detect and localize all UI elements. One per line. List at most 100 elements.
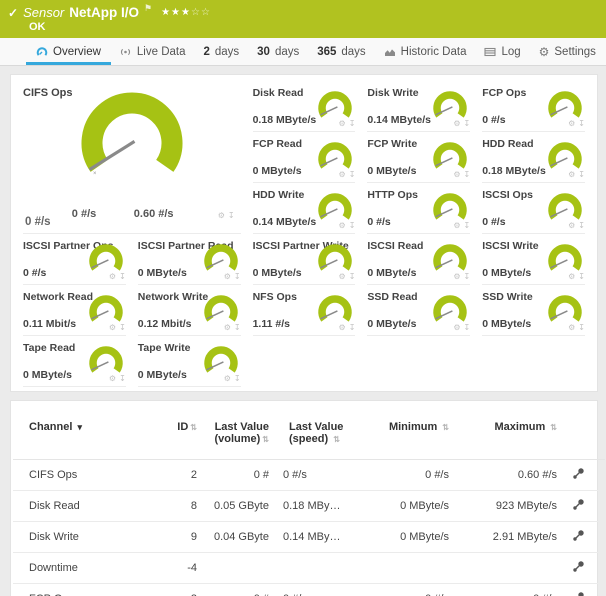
cell-channel[interactable]: Disk Read [13, 491, 163, 522]
table-row[interactable]: CIFS Ops 2 0 # 0 #/s 0 #/s 0.60 #/s [13, 460, 605, 491]
gauge-pin-icon[interactable]: ↧ [463, 272, 470, 281]
cell-channel[interactable]: Disk Write [13, 522, 163, 553]
gauge-pin-icon[interactable]: ↧ [349, 323, 356, 332]
sort-desc-icon[interactable]: ▾ [77, 422, 82, 432]
gauge-pin-icon[interactable]: ↧ [578, 272, 585, 281]
sensor-type-label: Sensor [23, 5, 64, 20]
gauge-settings-icon[interactable]: ⚙ [339, 221, 346, 230]
channel-settings-icon[interactable] [572, 467, 585, 483]
gauge-settings-icon[interactable]: ⚙ [453, 119, 460, 128]
gauge-settings-icon[interactable]: ⚙ [224, 323, 231, 332]
gauge-settings-icon[interactable]: ⚙ [218, 211, 225, 220]
sort-icon[interactable]: ⇅ [550, 423, 557, 432]
channel-settings-icon[interactable] [572, 529, 585, 545]
cell-last-value-speed: 0.14 MBy… [273, 522, 353, 553]
gauge-settings-icon[interactable]: ⚙ [453, 221, 460, 230]
gauge-pin-icon[interactable]: ↧ [119, 374, 126, 383]
gauge-settings-icon[interactable]: ⚙ [453, 323, 460, 332]
table-row[interactable]: Disk Read 8 0.05 GByte 0.18 MBy… 0 MByte… [13, 491, 605, 522]
sort-icon[interactable]: ⇅ [442, 423, 449, 432]
small-gauge: Tape Write 0 MByte/s ⚙↧ [138, 336, 241, 387]
gauge-pin-icon[interactable]: ↧ [578, 170, 585, 179]
table-row[interactable]: Disk Write 9 0.04 GByte 0.14 MBy… 0 MByt… [13, 522, 605, 553]
col-header-last-value-speed[interactable]: Last Value(speed) ⇅ [273, 409, 353, 460]
stars-filled[interactable]: ★★★ [161, 7, 191, 18]
gauge-pin-icon[interactable]: ↧ [228, 211, 235, 220]
gauge-toolbar: ⚙↧ [568, 272, 585, 281]
gauge-settings-icon[interactable]: ⚙ [568, 272, 575, 281]
tab-live-data[interactable]: Live Data [113, 38, 192, 65]
priority-stars[interactable]: ★★★☆☆ [161, 7, 211, 18]
gauge-settings-icon[interactable]: ⚙ [224, 374, 231, 383]
gauge-settings-icon[interactable]: ⚙ [339, 323, 346, 332]
sort-icon[interactable]: ⇅ [190, 423, 197, 432]
gauge-pin-icon[interactable]: ↧ [578, 119, 585, 128]
gauge-pin-icon[interactable]: ↧ [349, 272, 356, 281]
gauge-pin-icon[interactable]: ↧ [349, 119, 356, 128]
tab-historic-data[interactable]: Historic Data [378, 38, 473, 65]
tab-2-days[interactable]: 2 days [197, 38, 245, 65]
gauge-settings-icon[interactable]: ⚙ [453, 272, 460, 281]
tab-log[interactable]: Log [478, 38, 526, 65]
gauge-pin-icon[interactable]: ↧ [578, 221, 585, 230]
channel-settings-icon[interactable] [572, 560, 585, 576]
gauge-pin-icon[interactable]: ↧ [463, 221, 470, 230]
col-header-last-value-volume[interactable]: Last Value(volume)⇅ [201, 409, 273, 460]
gauge-pin-icon[interactable]: ↧ [234, 272, 241, 281]
small-gauge: Tape Read 0 MByte/s ⚙↧ [23, 336, 126, 387]
tab-overview[interactable]: Overview [30, 38, 107, 65]
cell-channel[interactable]: CIFS Ops [13, 460, 163, 491]
gauge-toolbar: ⚙↧ [224, 323, 241, 332]
tab-365-days[interactable]: 365 days [311, 38, 371, 65]
gauge-settings-icon[interactable]: ⚙ [109, 323, 116, 332]
gauge-pin-icon[interactable]: ↧ [234, 323, 241, 332]
gauge-pin-icon[interactable]: ↧ [119, 323, 126, 332]
cell-last-value-speed: 0 #/s [273, 584, 353, 596]
col-header-actions [561, 409, 605, 460]
gauge-pin-icon[interactable]: ↧ [578, 323, 585, 332]
gauge-pin-icon[interactable]: ↧ [119, 272, 126, 281]
gauge-settings-icon[interactable]: ⚙ [339, 119, 346, 128]
cell-last-value-volume: 0.04 GByte [201, 522, 273, 553]
table-row[interactable]: Downtime -4 [13, 553, 605, 584]
gauge-settings-icon[interactable]: ⚙ [568, 119, 575, 128]
gauge-settings-icon[interactable]: ⚙ [568, 221, 575, 230]
col-header-channel[interactable]: Channel ▾ [13, 409, 163, 460]
cell-channel[interactable]: FCP Ops [13, 584, 163, 596]
flag-icon[interactable]: ⚑ [144, 3, 152, 14]
gauge-pin-icon[interactable]: ↧ [463, 119, 470, 128]
col-header-id[interactable]: ID⇅ [163, 409, 201, 460]
gauge-pin-icon[interactable]: ↧ [463, 170, 470, 179]
gauge-settings-icon[interactable]: ⚙ [339, 170, 346, 179]
gauge-toolbar: ⚙↧ [339, 170, 356, 179]
gauge-icon [36, 46, 48, 58]
gauge-settings-icon[interactable]: ⚙ [224, 272, 231, 281]
gauge-pin-icon[interactable]: ↧ [234, 374, 241, 383]
table-row[interactable]: FCP Ops 3 0 # 0 #/s 0 #/s 0 #/s [13, 584, 605, 596]
gauge-toolbar: ⚙↧ [339, 272, 356, 281]
gauge-settings-icon[interactable]: ⚙ [568, 170, 575, 179]
channel-settings-icon[interactable] [572, 498, 585, 514]
sort-icon[interactable]: ⇅ [262, 435, 269, 444]
gauge-pin-icon[interactable]: ↧ [349, 221, 356, 230]
gauge-settings-icon[interactable]: ⚙ [109, 374, 116, 383]
gauge-settings-icon[interactable]: ⚙ [339, 272, 346, 281]
cell-channel[interactable]: Downtime [13, 553, 163, 584]
gauge-settings-icon[interactable]: ⚙ [109, 272, 116, 281]
gauge-settings-icon[interactable]: ⚙ [453, 170, 460, 179]
tab-30-days[interactable]: 30 days [251, 38, 305, 65]
channel-settings-icon[interactable] [572, 591, 585, 596]
gauge-pin-icon[interactable]: ↧ [349, 170, 356, 179]
tab-settings[interactable]: ⚙ Settings [533, 38, 602, 65]
cell-maximum: 923 MByte/s [453, 491, 561, 522]
stars-empty[interactable]: ☆☆ [191, 7, 211, 18]
cell-maximum: 0 #/s [453, 584, 561, 596]
gauge-pin-icon[interactable]: ↧ [463, 323, 470, 332]
sort-icon[interactable]: ⇅ [333, 435, 340, 444]
tab-label: Log [501, 46, 520, 58]
gauge-value: 0 MByte/s [253, 267, 302, 279]
gauge-value: 0 MByte/s [367, 165, 416, 177]
col-header-maximum[interactable]: Maximum ⇅ [453, 409, 561, 460]
col-header-minimum[interactable]: Minimum ⇅ [353, 409, 453, 460]
gauge-settings-icon[interactable]: ⚙ [568, 323, 575, 332]
